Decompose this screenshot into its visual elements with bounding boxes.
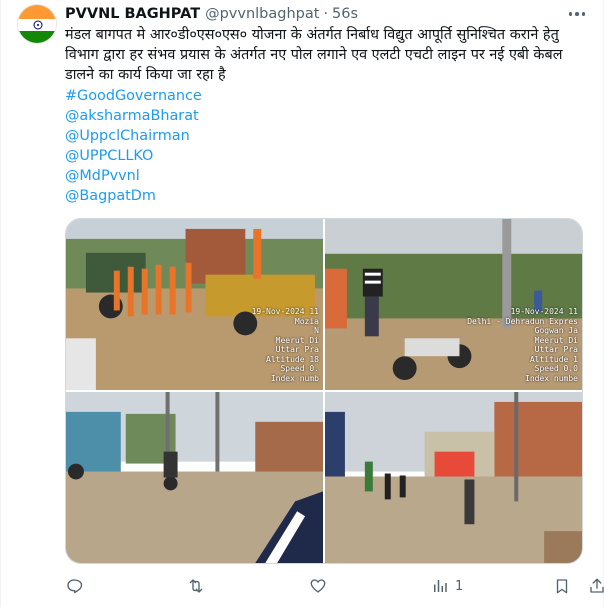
photo-stamp: 19-Nov-2024 11 Mozia N Meerut Di Uttar P… <box>251 307 319 383</box>
retweet-icon <box>189 579 203 593</box>
action-bar: 1 <box>65 574 604 598</box>
author-name[interactable]: PVVNL BAGHPAT <box>65 6 200 22</box>
views-icon <box>434 580 447 592</box>
mention-link[interactable]: @UPPCLLKO <box>65 146 202 166</box>
share-button[interactable] <box>588 577 604 595</box>
bookmark-icon <box>557 579 568 594</box>
separator: · <box>323 6 329 22</box>
mention-link[interactable]: @BagpatDm <box>65 186 202 206</box>
mention-link[interactable]: @aksharmaBharat <box>65 106 202 126</box>
avatar[interactable] <box>17 4 57 44</box>
photo-stamp: 19-Nov-2024 11 Delhi - Dehradun Expres G… <box>467 307 578 383</box>
media-grid: 19-Nov-2024 11 Mozia N Meerut Di Uttar P… <box>65 218 583 564</box>
mention-link[interactable]: @UppclChairman <box>65 126 202 146</box>
hashtag-link[interactable]: #GoodGovernance <box>65 86 202 106</box>
views-button[interactable]: 1 <box>431 577 463 595</box>
reply-icon <box>67 579 83 594</box>
tweet-text: मंडल बागपत मे आर०डी०एस०एस० योजना के अंतर… <box>65 27 563 83</box>
author-handle[interactable]: @pvvnlbaghpat <box>205 6 319 22</box>
media-photo-4[interactable] <box>325 392 582 563</box>
retweet-button[interactable] <box>187 577 211 595</box>
views-count: 1 <box>455 578 464 594</box>
more-icon[interactable] <box>567 6 588 22</box>
tweet-header: PVVNL BAGHPAT @pvvnlbaghpat · 56s <box>65 4 587 24</box>
media-photo-2[interactable]: 19-Nov-2024 11 Delhi - Dehradun Expres G… <box>325 219 582 390</box>
tweet[interactable]: PVVNL BAGHPAT @pvvnlbaghpat · 56s मंडल ब… <box>0 0 604 607</box>
media-photo-1[interactable]: 19-Nov-2024 11 Mozia N Meerut Di Uttar P… <box>66 219 323 390</box>
like-button[interactable] <box>309 577 333 595</box>
mention-link[interactable]: @MdPvvnl <box>65 166 202 186</box>
bookmark-button[interactable] <box>553 577 571 595</box>
avatar-flag <box>18 5 56 43</box>
tweet-tags: #GoodGovernance @aksharmaBharat @UppclCh… <box>65 86 202 206</box>
reply-button[interactable] <box>65 577 89 595</box>
timestamp[interactable]: 56s <box>332 6 358 22</box>
like-icon <box>310 579 326 593</box>
share-icon <box>590 578 604 593</box>
media-photo-3[interactable] <box>66 392 323 563</box>
